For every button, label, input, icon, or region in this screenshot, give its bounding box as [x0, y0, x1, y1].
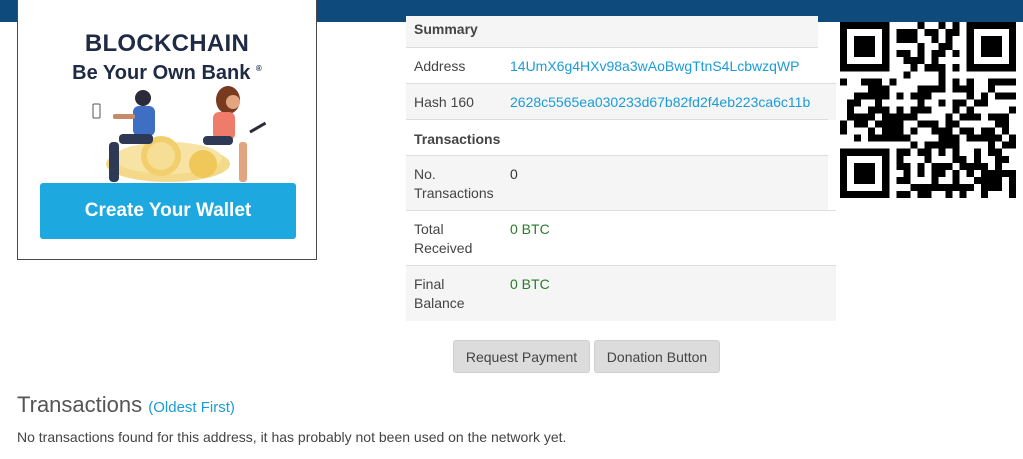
ad-brand: BLOCKCHAIN	[84, 30, 250, 57]
empty-transactions-message: No transactions found for this address, …	[17, 429, 567, 445]
total-received-row: Total Received 0 BTC	[406, 210, 836, 266]
ad-tagline-text: Be Your Own Bank	[72, 62, 251, 84]
create-wallet-button[interactable]: Create Your Wallet	[40, 183, 296, 239]
qr-code-icon	[840, 22, 1016, 198]
blockchain-ad[interactable]: BLOCKCHAIN Be Your Own Bank ® Create You…	[17, 0, 317, 260]
transactions-title-text: Transactions	[17, 392, 143, 417]
address-link[interactable]: 14UmX6g4HXv98a3wAoBwgTtnS4LcbwzqWP	[510, 57, 799, 76]
no-transactions-label-line1: No.	[414, 166, 436, 182]
address-row: Address 14UmX6g4HXv98a3wAoBwgTtnS4Lcbwzq…	[406, 47, 818, 84]
final-balance-value: 0 BTC	[510, 276, 550, 292]
final-balance-label-line1: Final	[414, 276, 445, 292]
summary-header: Summary	[414, 21, 478, 37]
final-balance-label-line2: Balance	[414, 295, 465, 311]
registered-mark: ®	[255, 64, 262, 73]
total-received-value: 0 BTC	[510, 221, 550, 237]
request-payment-button[interactable]: Request Payment	[453, 340, 590, 373]
ad-tagline: Be Your Own Bank ®	[18, 62, 316, 85]
final-balance-row: Final Balance 0 BTC	[406, 265, 836, 321]
donation-button[interactable]: Donation Button	[594, 340, 720, 373]
no-transactions-value: 0	[510, 166, 518, 182]
no-transactions-label-line2: Transactions	[414, 185, 494, 201]
hash160-row: Hash 160 2628c5565ea030233d67b82fd2f4eb2…	[406, 83, 836, 120]
total-received-label-line1: Total	[414, 221, 444, 237]
total-received-label-line2: Received	[414, 240, 473, 256]
no-transactions-row: No. Transactions 0	[406, 155, 828, 211]
oldest-first-link[interactable]: (Oldest First)	[148, 399, 235, 416]
summary-header-row: Summary	[406, 16, 818, 47]
final-balance-label: Final Balance	[414, 275, 465, 313]
hash160-label: Hash 160	[414, 94, 474, 110]
address-label: Address	[414, 58, 466, 74]
blockchain-ad-illustration	[92, 86, 267, 182]
hash160-link[interactable]: 2628c5565ea030233d67b82fd2f4eb223ca6c11b	[510, 93, 810, 112]
total-received-label: Total Received	[414, 220, 472, 258]
transactions-header-row: Transactions	[406, 119, 828, 156]
no-transactions-label: No. Transactions	[414, 165, 494, 203]
transactions-section-title: Transactions (Oldest First)	[17, 392, 235, 418]
transactions-table-header: Transactions	[414, 131, 501, 147]
